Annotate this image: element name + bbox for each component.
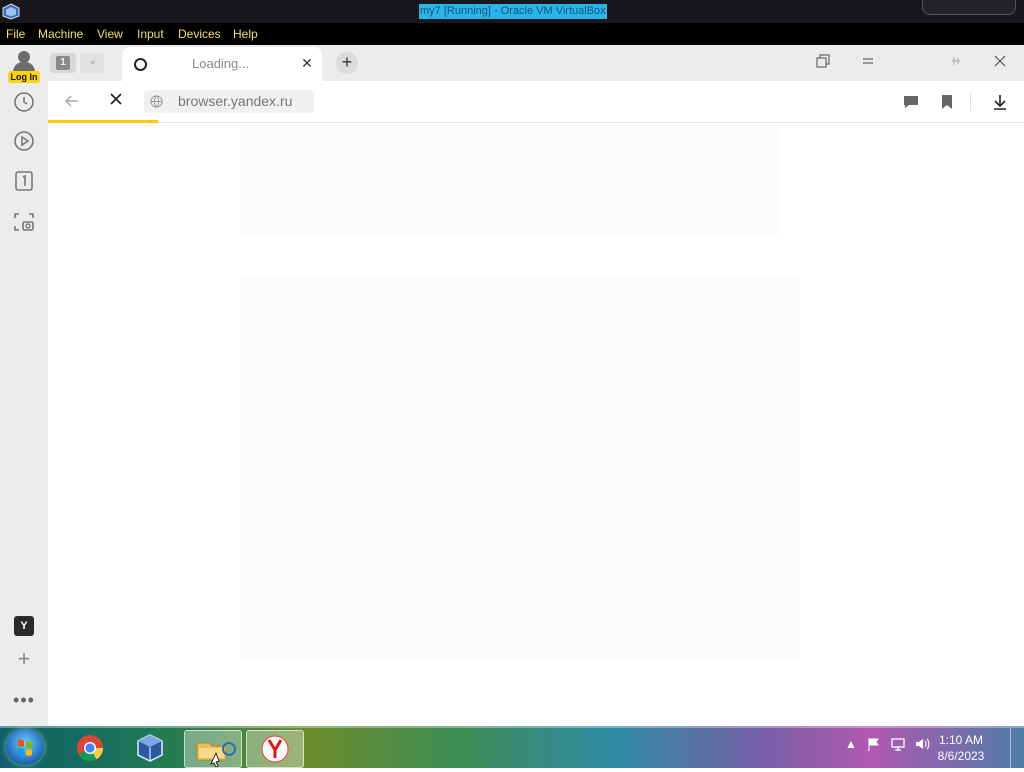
screenshot-icon[interactable] — [12, 210, 36, 234]
page-content — [48, 123, 1024, 726]
close-icon — [110, 93, 122, 105]
chrome-taskbar-button[interactable] — [62, 730, 118, 766]
toolbar-divider — [970, 93, 971, 111]
download-icon[interactable] — [990, 92, 1010, 112]
clock-date: 8/6/2023 — [937, 749, 985, 763]
add-panel-icon[interactable]: + — [14, 648, 34, 670]
tab-strip: 1 ◂ Loading... ✕ + — [48, 45, 1024, 81]
chrome-icon — [77, 735, 104, 762]
ghost-header — [240, 127, 780, 235]
menu-icon[interactable] — [859, 54, 877, 72]
menu-file[interactable]: File — [6, 26, 25, 42]
address-url: browser.yandex.ru — [178, 93, 293, 109]
tab-title: Loading... — [192, 56, 250, 71]
windows-logo-icon — [18, 739, 32, 756]
globe-icon — [150, 95, 163, 108]
history-icon[interactable] — [12, 90, 36, 114]
windows-taskbar: ▲ 1:10 AM 8/6/2023 — [0, 726, 1024, 768]
vbox-window-title: my7 [Running] - Oracle VM VirtualBox — [419, 4, 607, 19]
vbox-window-controls[interactable] — [922, 0, 1016, 15]
tab-active[interactable]: Loading... ✕ — [122, 47, 322, 81]
close-window-icon[interactable] — [991, 54, 1009, 72]
login-label: Log In — [8, 71, 40, 83]
stop-loading-button[interactable] — [106, 92, 126, 112]
ghost-body — [240, 278, 800, 658]
vbox-menu-bar: File Machine View Input Devices Help — [0, 23, 1024, 45]
tab-counter-value: 1 — [56, 56, 70, 70]
yandex-browser-icon — [261, 735, 289, 763]
show-hidden-icons-icon[interactable]: ▲ — [843, 736, 859, 752]
more-options-icon[interactable]: ••• — [12, 691, 36, 709]
video-play-icon[interactable] — [12, 129, 36, 153]
menu-view[interactable]: View — [97, 26, 123, 42]
menu-help[interactable]: Help — [233, 26, 258, 42]
file-explorer-icon — [196, 742, 236, 768]
login-button[interactable]: Log In — [6, 50, 42, 83]
bookmark-icon[interactable] — [937, 92, 957, 112]
browser-sidebar: Log In Y + ••• — [0, 45, 48, 726]
chat-icon[interactable] — [901, 92, 921, 112]
tab-counter-button[interactable]: 1 — [50, 53, 76, 73]
show-desktop-button[interactable] — [1010, 728, 1024, 768]
menu-input[interactable]: Input — [137, 26, 164, 42]
restore-tabs-icon[interactable] — [814, 54, 832, 72]
menu-machine[interactable]: Machine — [38, 26, 83, 42]
action-center-flag-icon[interactable] — [866, 736, 882, 752]
volume-icon[interactable] — [914, 736, 930, 752]
start-button[interactable] — [6, 729, 44, 765]
arrow-left-icon — [64, 95, 78, 107]
back-button[interactable] — [62, 92, 82, 112]
menu-devices[interactable]: Devices — [178, 26, 221, 42]
loading-spinner-icon — [134, 58, 147, 71]
yandex-service-button[interactable]: Y — [14, 616, 34, 636]
address-bar[interactable]: browser.yandex.ru — [144, 90, 314, 113]
virtualbox-icon — [137, 734, 163, 762]
virtualbox-logo-icon — [2, 3, 20, 20]
virtualbox-taskbar-button[interactable] — [122, 730, 178, 766]
pinned-tab[interactable]: ◂ — [80, 53, 104, 73]
network-icon[interactable] — [890, 736, 906, 752]
tab-count-icon[interactable] — [12, 169, 36, 193]
new-tab-button[interactable]: + — [336, 52, 358, 74]
yandex-browser-taskbar-button[interactable] — [246, 730, 304, 768]
tab-close-icon[interactable]: ✕ — [299, 55, 315, 71]
browser-toolbar: browser.yandex.ru — [48, 81, 1024, 123]
clock-time: 1:10 AM — [938, 733, 984, 747]
vbox-title-bar: my7 [Running] - Oracle VM VirtualBox — [0, 0, 1024, 23]
system-clock[interactable]: 1:10 AM 8/6/2023 — [932, 732, 990, 764]
minimize-icon[interactable] — [947, 54, 965, 72]
file-explorer-taskbar-button[interactable] — [184, 730, 242, 768]
